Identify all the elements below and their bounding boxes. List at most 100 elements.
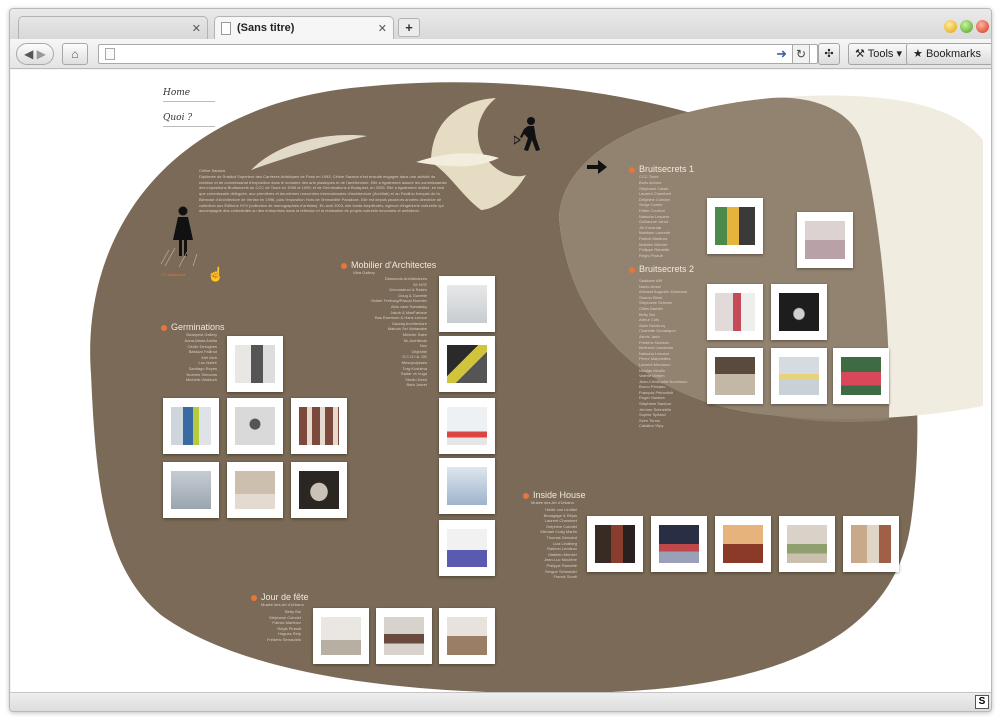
address-bar[interactable]: ➜ ▼ — [98, 44, 818, 64]
photo — [447, 345, 487, 383]
close-icon[interactable]: ✕ — [378, 22, 387, 35]
photo — [447, 529, 487, 567]
photo-card[interactable] — [439, 336, 495, 392]
menu-quoi[interactable]: Quoi ? — [163, 113, 215, 127]
web-page: Home Quoi ? ☝ CV download Céline Saraiva… — [11, 70, 991, 692]
maximize-button[interactable] — [960, 20, 973, 33]
photo-card[interactable] — [651, 516, 707, 572]
photo — [715, 293, 755, 331]
tab-blank[interactable]: ✕ — [18, 16, 208, 39]
close-window-button[interactable] — [976, 20, 989, 33]
photo — [715, 207, 755, 245]
section-jour-de-fete-heading[interactable]: Jour de fête — [251, 592, 309, 602]
bookmarks-icon: ★ — [913, 48, 923, 60]
section-germinations-heading[interactable]: Germinations — [161, 322, 225, 332]
photo-card[interactable] — [163, 462, 219, 518]
photo-card[interactable] — [779, 516, 835, 572]
photo-card[interactable] — [376, 608, 432, 664]
reload-button[interactable]: ↻ — [792, 44, 810, 64]
home-button[interactable]: ⌂ — [62, 43, 88, 65]
tools-icon: ⚒ — [855, 48, 865, 60]
reload-icon: ↻ — [795, 47, 807, 61]
photo-card[interactable] — [771, 348, 827, 404]
section-title: Germinations — [171, 322, 225, 332]
section-bruitsecrets-2-heading[interactable]: Bruitsecrets 2 — [629, 264, 694, 274]
photo-card[interactable] — [291, 398, 347, 454]
photo-card[interactable] — [707, 348, 763, 404]
photo-card[interactable] — [771, 284, 827, 340]
germinations-artists: Anna-Maria Amilla Cécile Deroghes Balduz… — [184, 338, 217, 383]
addon-s-icon[interactable]: S — [975, 695, 989, 709]
section-subtitle: CCC Tours — [639, 174, 659, 179]
photo-card[interactable] — [439, 458, 495, 514]
photo — [384, 617, 424, 655]
photo — [447, 467, 487, 505]
minimize-button[interactable] — [944, 20, 957, 33]
jour-de-fete-artists: Betty Bui Stéphane Coindet Patrick Marti… — [266, 609, 301, 642]
photo — [299, 471, 339, 509]
photo — [715, 357, 755, 395]
photo-card[interactable] — [715, 516, 771, 572]
sketch-decoration — [160, 247, 198, 268]
section-subtitle: Budapest Gallery — [186, 332, 217, 337]
photo-card[interactable] — [227, 462, 283, 518]
menu-home[interactable]: Home — [163, 88, 215, 102]
man-walking-icon — [514, 117, 540, 151]
close-icon[interactable]: ✕ — [192, 22, 201, 35]
tab-strip: ✕ (Sans titre) ✕ + — [10, 9, 991, 39]
photo — [779, 357, 819, 395]
section-inside-house-heading[interactable]: Inside House — [523, 490, 586, 500]
photo-card[interactable] — [163, 398, 219, 454]
photo — [447, 285, 487, 323]
photo-card[interactable] — [833, 348, 889, 404]
section-title: Mobilier d'Architectes — [351, 260, 437, 270]
bookmarks-button[interactable]: ★ Bookmarks ▾ — [906, 43, 991, 80]
tools-label: Tools — [867, 48, 894, 60]
tab-sans-titre[interactable]: (Sans titre) ✕ — [214, 16, 394, 39]
photo-card[interactable] — [227, 336, 283, 392]
section-subtitle: Vitra Gallery — [353, 270, 375, 275]
photo — [235, 345, 275, 383]
hand-cursor-icon: ☝ — [207, 266, 225, 282]
photo-card[interactable] — [439, 608, 495, 664]
photo-card[interactable] — [313, 608, 369, 664]
photo-card[interactable] — [227, 398, 283, 454]
photo-card[interactable] — [439, 276, 495, 332]
photo-card[interactable] — [707, 198, 763, 254]
photo — [787, 525, 827, 563]
photo — [299, 407, 339, 445]
photo-card[interactable] — [439, 520, 495, 576]
photo-card[interactable] — [797, 212, 853, 268]
section-title: Bruitsecrets 1 — [639, 164, 695, 174]
photo-card[interactable] — [587, 516, 643, 572]
photo-card[interactable] — [291, 462, 347, 518]
home-icon: ⌂ — [71, 47, 79, 61]
bullet-dot — [629, 166, 635, 173]
photo-card[interactable] — [439, 398, 495, 454]
inside-house-artists: Hedie von Lindtiel Beaugage & Réjus Laur… — [540, 507, 577, 580]
bio-caption: Céline Saraiva — [199, 168, 226, 173]
puzzle-icon: ✣ — [824, 48, 834, 60]
bio-text: Diplômée de l'Institut Supérieur des Car… — [199, 174, 447, 214]
section-bruitsecrets-1-heading[interactable]: Bruitsecrets 1 — [629, 164, 694, 174]
section-title: Jour de fête — [261, 592, 309, 602]
photo — [723, 525, 763, 563]
bullet-dot — [629, 266, 635, 273]
arrow-right-icon — [587, 160, 607, 174]
bullet-dot — [251, 594, 257, 601]
back-forward-buttons[interactable]: ◀ ▶ — [16, 43, 54, 65]
forward-icon[interactable]: ▶ — [37, 47, 46, 61]
section-mobilier-heading[interactable]: Mobilier d'Architectes — [341, 260, 436, 270]
tools-button[interactable]: ⚒ Tools ▾ — [848, 43, 909, 65]
back-icon[interactable]: ◀ — [24, 47, 33, 61]
section-subtitle: Musée des Art d'Urbano — [531, 500, 574, 505]
browser-window: ✕ (Sans titre) ✕ + ◀ ▶ ⌂ ➜ ▼ ↻ ✣ ⚒ Tools… — [9, 8, 992, 712]
photo-card[interactable] — [843, 516, 899, 572]
go-arrow-icon[interactable]: ➜ — [776, 46, 787, 62]
extensions-button[interactable]: ✣ — [818, 43, 840, 65]
photo-card[interactable] — [707, 284, 763, 340]
new-tab-button[interactable]: + — [398, 18, 420, 37]
cv-download-link[interactable]: CV download — [161, 272, 185, 277]
bullet-dot — [523, 492, 529, 499]
mobilier-architects: Diamonds Architectures 53 NYE Deconstruc… — [370, 276, 427, 388]
